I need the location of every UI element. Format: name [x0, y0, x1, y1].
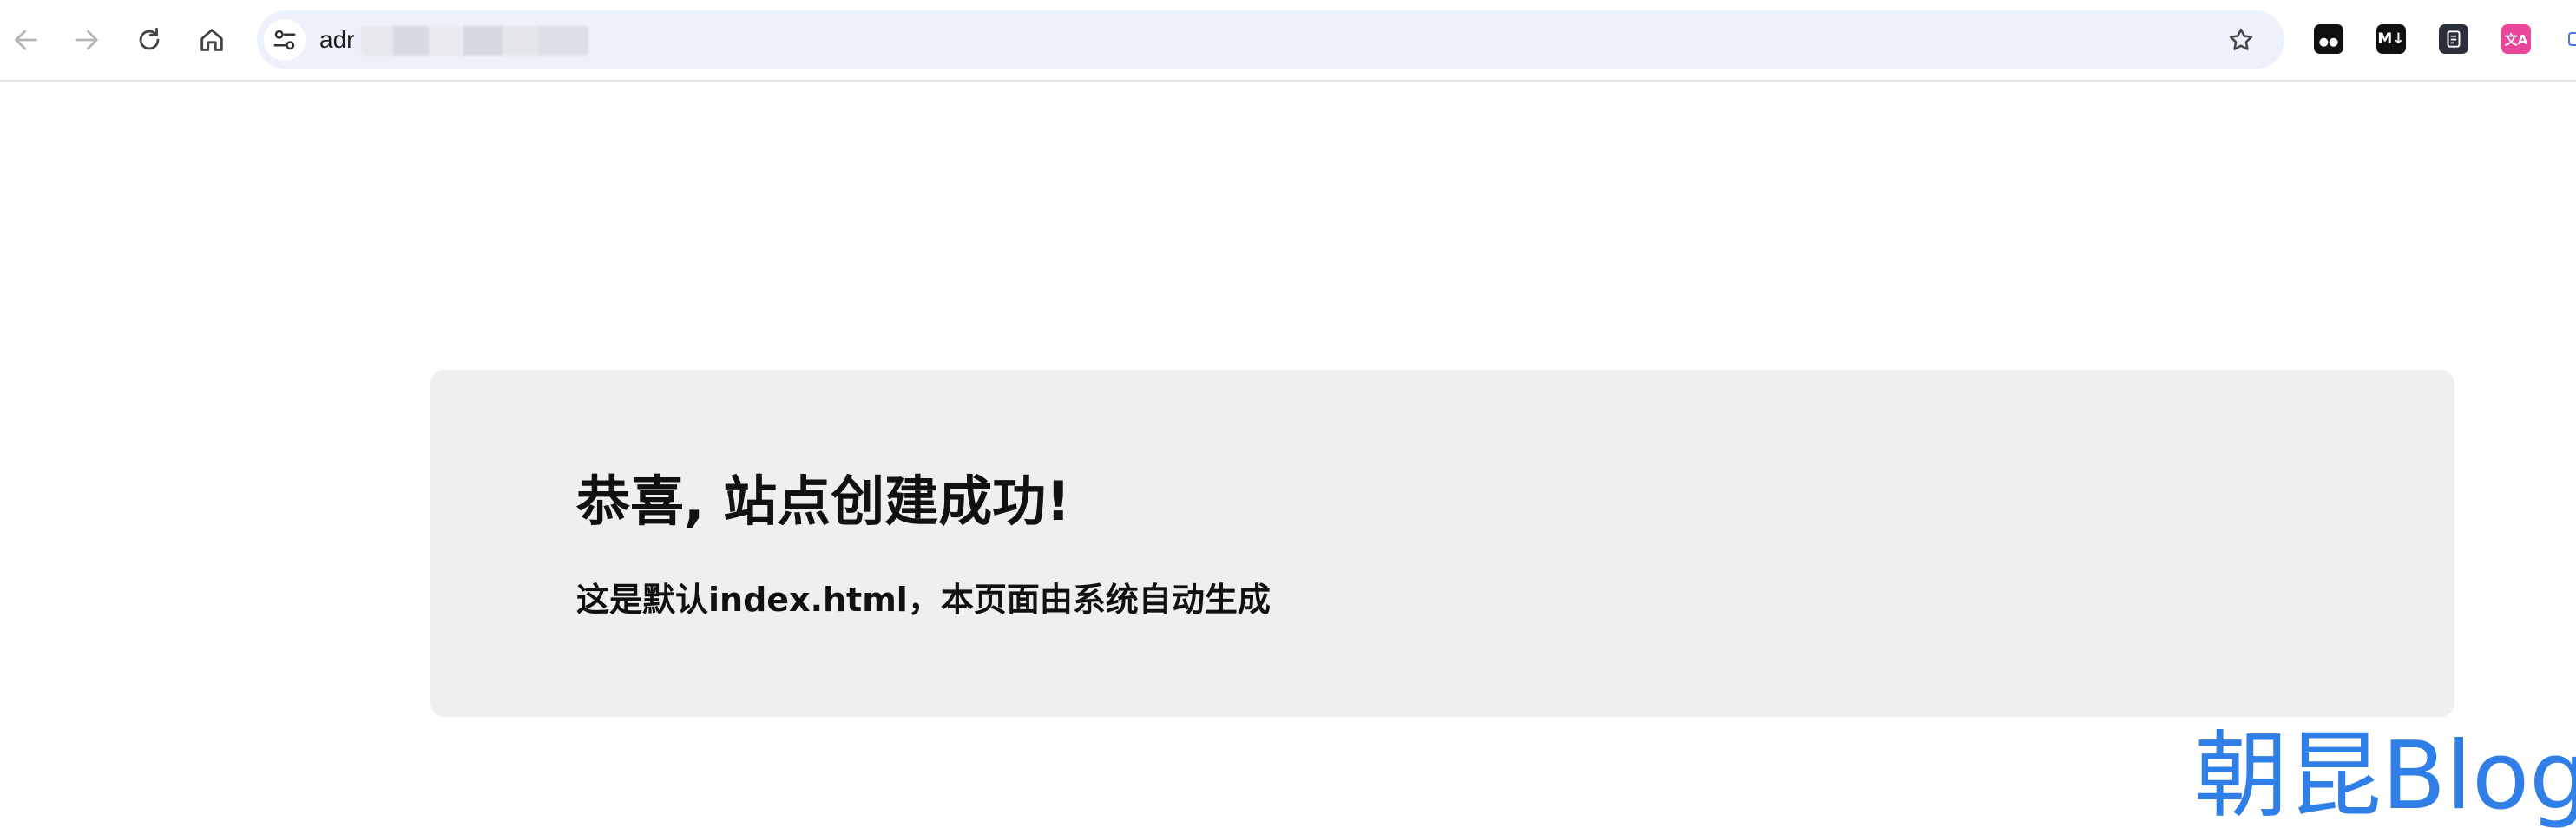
reload-button[interactable]	[128, 19, 170, 61]
translate-extension-icon[interactable]: 文A	[2501, 24, 2531, 54]
url-text[interactable]: adr	[319, 24, 354, 56]
arrow-right-icon	[76, 30, 98, 50]
markdown-extension-label: M↓	[2377, 30, 2405, 48]
back-button[interactable]	[5, 19, 47, 61]
browser-toolbar: adr M↓ 文A	[0, 0, 2576, 82]
notes-extension-icon[interactable]	[2439, 24, 2468, 54]
site-info-button[interactable]	[264, 19, 306, 61]
page-title: 恭喜, 站点创建成功!	[576, 470, 1071, 533]
page-subtitle: 这是默认index.html，本页面由系统自动生成	[576, 581, 1271, 619]
overflow-extension-icon[interactable]	[2564, 24, 2576, 54]
star-icon	[2229, 28, 2253, 50]
arrow-left-icon	[15, 30, 37, 50]
redacted-url	[361, 26, 588, 56]
reload-icon	[139, 27, 160, 50]
tune-icon	[273, 30, 296, 50]
bookmark-button[interactable]	[2222, 21, 2260, 59]
forward-button[interactable]	[66, 19, 108, 61]
translate-extension-label: 文A	[2504, 31, 2528, 48]
blog-watermark: 朝昆Blog	[2194, 726, 2576, 828]
home-icon	[200, 29, 223, 51]
tampermonkey-extension-icon[interactable]	[2314, 24, 2343, 54]
home-button[interactable]	[191, 19, 233, 61]
welcome-card: 恭喜, 站点创建成功! 这是默认index.html，本页面由系统自动生成	[430, 370, 2454, 717]
markdown-extension-icon[interactable]: M↓	[2376, 24, 2406, 54]
address-bar[interactable]: adr	[257, 10, 2284, 69]
